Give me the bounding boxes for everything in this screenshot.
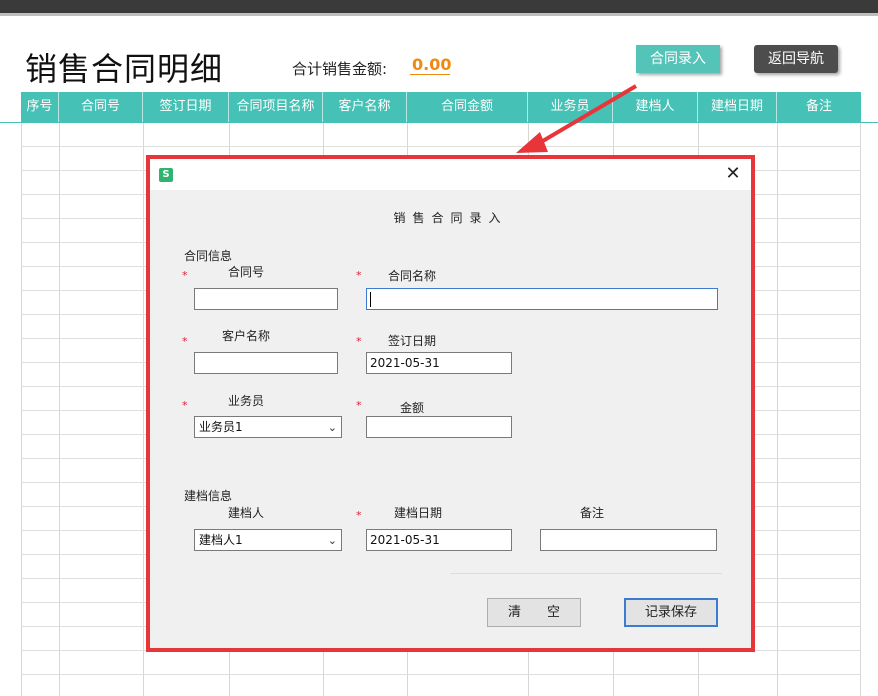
contract-entry-dialog: S ✕ 销售合同录入 合同信息 * 合同号 * 合同名称 * 客户名称 * 签订… — [146, 155, 755, 652]
required-mark: * — [356, 269, 362, 282]
archiver-select[interactable]: 建档人1 ⌄ — [194, 529, 342, 551]
required-mark: * — [356, 335, 362, 348]
sign-date-label: 签订日期 — [388, 334, 437, 348]
section-contract-info: 合同信息 — [184, 249, 233, 263]
form-heading: 销售合同录入 — [393, 211, 508, 225]
archive-date-input[interactable]: 2021-05-31 — [366, 529, 512, 551]
customer-label: 客户名称 — [222, 329, 271, 343]
remark-input[interactable] — [540, 529, 717, 551]
save-record-button[interactable]: 记录保存 — [624, 598, 718, 627]
required-mark: * — [356, 509, 362, 522]
app-logo-icon: S — [159, 168, 173, 182]
button-separator — [450, 573, 722, 574]
contract-no-label: 合同号 — [228, 265, 265, 279]
contract-name-input[interactable] — [366, 288, 718, 310]
archiver-label: 建档人 — [228, 506, 265, 520]
arrow-shaft — [534, 84, 638, 147]
dialog-titlebar: S ✕ — [150, 159, 751, 190]
arrow-head — [516, 132, 548, 153]
contract-name-label: 合同名称 — [388, 269, 437, 283]
salesperson-label: 业务员 — [228, 394, 265, 408]
chevron-down-icon[interactable]: ⌄ — [328, 418, 337, 438]
required-mark: * — [356, 399, 362, 412]
clear-button[interactable]: 清 空 — [487, 598, 581, 627]
salesperson-value: 业务员1 — [199, 420, 243, 434]
contract-no-input[interactable] — [194, 288, 338, 310]
archiver-value: 建档人1 — [199, 533, 243, 547]
amount-label: 金额 — [400, 401, 425, 415]
salesperson-select[interactable]: 业务员1 ⌄ — [194, 416, 342, 438]
customer-input[interactable] — [194, 352, 338, 374]
required-mark: * — [182, 269, 188, 282]
section-archive-info: 建档信息 — [184, 489, 233, 503]
chevron-down-icon[interactable]: ⌄ — [328, 531, 337, 551]
archive-date-label: 建档日期 — [394, 506, 443, 520]
close-icon[interactable]: ✕ — [723, 163, 743, 185]
required-mark: * — [182, 399, 188, 412]
text-cursor — [370, 292, 371, 307]
remark-label: 备注 — [580, 506, 605, 520]
required-mark: * — [182, 335, 188, 348]
sign-date-input[interactable]: 2021-05-31 — [366, 352, 512, 374]
amount-input[interactable] — [366, 416, 512, 438]
